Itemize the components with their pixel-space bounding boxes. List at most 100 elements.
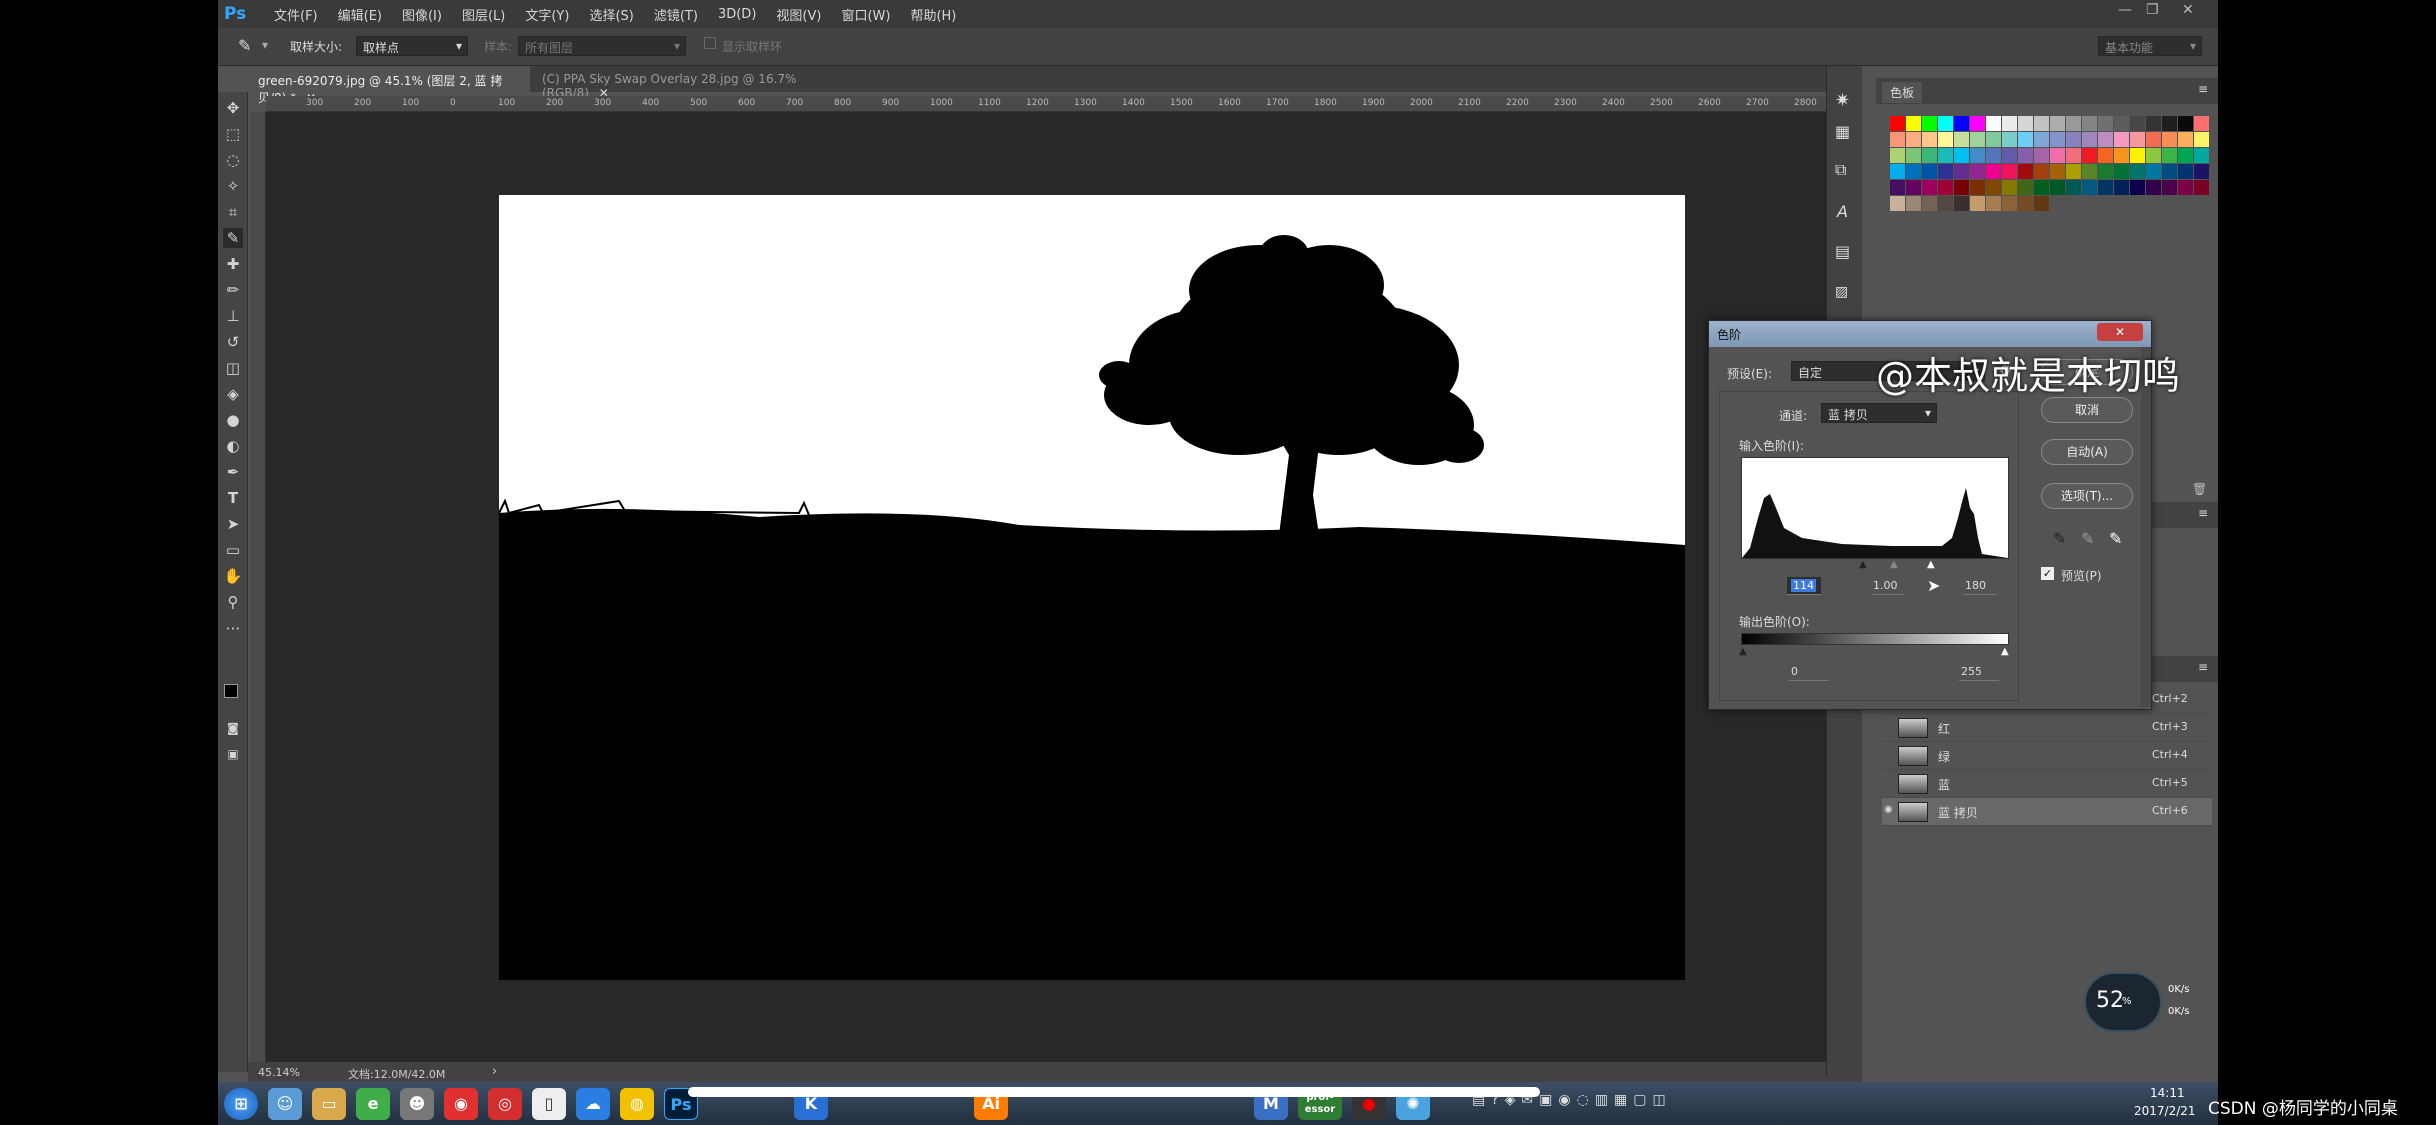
restore-button[interactable]: ❐ [2146,2,2159,18]
color-swatch[interactable] [2130,164,2145,179]
color-swatch[interactable] [2114,132,2129,147]
tool-preset-chevron-icon[interactable]: ▾ [262,38,268,52]
start-button-icon[interactable]: ⊞ [224,1088,258,1120]
preview-checkbox[interactable]: ✓ [2041,567,2054,580]
color-swatch[interactable] [2082,148,2097,163]
color-swatch[interactable] [1986,164,2001,179]
color-swatch[interactable] [2194,116,2209,131]
color-swatch[interactable] [2050,132,2065,147]
panel-menu-icon[interactable]: ≡ [2198,82,2208,96]
marquee-tool-icon[interactable]: ⬚ [223,124,243,144]
visibility-eye-icon[interactable]: ◉ [1884,804,1893,815]
color-swatch[interactable] [2162,132,2177,147]
hand-tool-icon[interactable]: ✋ [223,566,243,586]
zoom-tool-icon[interactable]: ⚲ [223,592,243,612]
menu-layer[interactable]: 图层(L) [462,5,505,24]
color-swatch[interactable] [2098,132,2113,147]
color-swatch[interactable] [2194,148,2209,163]
color-swatch[interactable] [1986,132,2001,147]
document-canvas[interactable] [499,195,1685,980]
paragraph-panel-icon[interactable]: ▤ [1835,242,1850,261]
color-swatch[interactable] [1922,132,1937,147]
color-swatch[interactable] [2146,164,2161,179]
color-swatch[interactable] [2098,148,2113,163]
netease-music-icon[interactable]: ◎ [488,1088,522,1120]
video-progress-bar[interactable] [688,1087,1540,1097]
eraser-tool-icon[interactable]: ◫ [223,358,243,378]
levels-titlebar[interactable]: 色阶 ✕ [1709,321,2151,347]
color-swatch[interactable] [1954,148,1969,163]
swatches-tab[interactable]: 色板 [1882,82,1923,103]
dialog-scrollbar[interactable] [2141,347,2151,707]
color-swatch[interactable] [2082,116,2097,131]
color-swatch[interactable] [2002,180,2017,195]
color-swatch[interactable] [1922,196,1937,211]
output-white-slider[interactable]: ▲ [2001,646,2009,657]
close-icon[interactable]: ✕ [2097,323,2143,341]
output-black-field[interactable]: 0 [1789,663,1829,681]
input-white-field[interactable]: 180 [1963,577,1997,595]
color-swatch[interactable] [1938,132,1953,147]
color-swatch[interactable] [2034,164,2049,179]
properties-panel-icon[interactable]: ⧉ [1835,160,1846,180]
color-swatch[interactable] [2114,180,2129,195]
color-swatch[interactable] [2082,180,2097,195]
color-swatch[interactable] [2178,116,2193,131]
file-explorer-icon[interactable]: ▭ [312,1088,346,1120]
color-swatch[interactable] [2002,132,2017,147]
show-ring-checkbox[interactable] [704,37,716,49]
menu-view[interactable]: 视图(V) [776,5,821,24]
color-swatch[interactable] [2082,164,2097,179]
color-swatch[interactable] [1938,196,1953,211]
workspace-select[interactable]: 基本功能 ▾ [2098,36,2202,56]
color-swatch[interactable] [1906,132,1921,147]
color-swatch[interactable] [2050,180,2065,195]
color-swatch[interactable] [1954,132,1969,147]
canvas-area[interactable] [266,112,1856,1062]
gray-eyedropper-icon[interactable]: ✎ [2081,529,2094,548]
color-swatch[interactable] [2082,132,2097,147]
color-swatch[interactable] [1938,180,1953,195]
input-gamma-field[interactable]: 1.00 [1871,577,1905,595]
weibo-icon[interactable]: ◉ [444,1088,478,1120]
color-swatch[interactable] [2066,180,2081,195]
qq-icon[interactable]: ☺ [268,1088,302,1120]
input-black-field[interactable]: 114 [1787,577,1821,595]
menu-3d[interactable]: 3D(D) [718,7,756,22]
eyedropper-tool-icon[interactable]: ✎ [223,228,243,248]
color-swatch[interactable] [2034,180,2049,195]
color-swatch[interactable] [2178,132,2193,147]
color-swatch[interactable] [2114,148,2129,163]
color-swatch[interactable] [1986,116,2001,131]
menu-select[interactable]: 选择(S) [589,5,633,24]
cloud-icon[interactable]: ☁ [576,1088,610,1120]
screen-mode-icon[interactable]: ▣ [223,744,243,764]
color-swatch[interactable] [2098,164,2113,179]
menu-help[interactable]: 帮助(H) [910,5,956,24]
color-swatch[interactable] [2066,116,2081,131]
color-swatch[interactable] [2098,180,2113,195]
menu-file[interactable]: 文件(F) [274,5,318,24]
white-eyedropper-icon[interactable]: ✎ [2109,529,2122,548]
color-swatch[interactable] [1986,180,2001,195]
lasso-tool-icon[interactable]: ◌ [223,150,243,170]
color-swatch[interactable] [2066,164,2081,179]
menu-filter[interactable]: 滤镜(T) [654,5,698,24]
paint-bucket-tool-icon[interactable]: ◈ [223,384,243,404]
color-swatch[interactable] [1970,196,1985,211]
input-gamma-slider[interactable]: ▲ [1890,559,1898,570]
color-swatch[interactable] [2018,196,2033,211]
status-menu-arrow-icon[interactable]: › [492,1064,497,1079]
color-swatch[interactable] [2098,116,2113,131]
color-swatch[interactable] [2194,164,2209,179]
menu-type[interactable]: 文字(Y) [525,5,569,24]
chrome-icon[interactable]: ◍ [620,1088,654,1120]
color-swatch[interactable] [1890,164,1905,179]
color-swatch[interactable] [2050,164,2065,179]
input-black-slider[interactable]: ▲ [1859,559,1867,570]
color-swatch[interactable] [1906,148,1921,163]
color-swatch[interactable] [2130,148,2145,163]
panel-menu-icon[interactable]: ≡ [2198,660,2208,674]
tab-green-692079[interactable]: green-692079.jpg @ 45.1% (图层 2, 蓝 拷贝/8) … [248,66,530,105]
color-swatch[interactable] [2034,116,2049,131]
